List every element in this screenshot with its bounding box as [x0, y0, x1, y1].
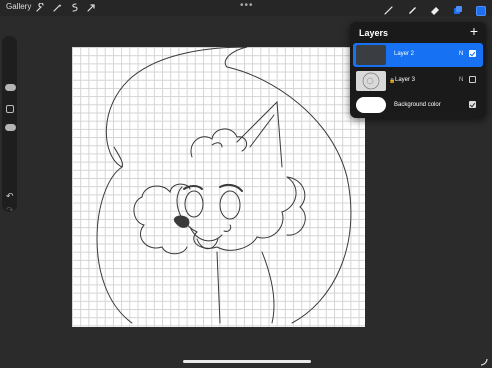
opacity-slider[interactable]	[5, 124, 16, 131]
drawing-canvas[interactable]	[72, 47, 365, 327]
layer-thumbnail	[356, 45, 386, 65]
left-sidebar: ↶ ↷	[2, 36, 17, 215]
visibility-checkbox[interactable]	[469, 101, 476, 108]
quick-menu-icon[interactable]	[480, 358, 488, 366]
eraser-icon[interactable]	[430, 2, 440, 20]
layer-name: Layer 3	[395, 77, 416, 83]
layer-row-layer-2[interactable]: Layer 2 N	[353, 43, 483, 67]
layer-row-layer-3[interactable]: 🔒 Layer 3 N	[353, 69, 483, 93]
action-tools	[36, 3, 96, 12]
selection-icon[interactable]	[70, 3, 79, 12]
layers-title: Layers	[359, 28, 389, 38]
gallery-button[interactable]: Gallery	[6, 2, 31, 11]
modify-button[interactable]	[6, 105, 14, 113]
layer-name: Background color	[394, 102, 441, 108]
layer-row-background[interactable]: Background color	[353, 95, 483, 117]
redo-button[interactable]: ↷	[6, 205, 14, 216]
visibility-checkbox[interactable]	[469, 76, 476, 83]
blend-mode-button[interactable]: N	[459, 77, 463, 83]
color-swatch[interactable]	[476, 6, 486, 16]
transform-arrow-icon[interactable]	[87, 3, 96, 12]
brush-size-slider[interactable]	[5, 84, 16, 91]
line-art-drawing	[96, 47, 352, 324]
home-indicator	[183, 360, 311, 363]
layer-thumbnail	[356, 71, 386, 91]
brush-icon[interactable]	[384, 2, 394, 20]
add-layer-button[interactable]: +	[470, 23, 478, 39]
layers-panel: Layers + Layer 2 N 🔒 Layer 3 N Backgroun…	[350, 22, 486, 118]
background-color-swatch[interactable]	[356, 97, 386, 113]
more-menu-button[interactable]: •••	[240, 0, 254, 11]
smudge-icon[interactable]	[407, 2, 417, 20]
visibility-checkbox[interactable]	[469, 50, 476, 57]
undo-button[interactable]: ↶	[6, 191, 14, 202]
paint-tools	[384, 2, 486, 20]
blend-mode-button[interactable]: N	[459, 51, 463, 57]
wrench-icon[interactable]	[36, 3, 45, 12]
magic-wand-icon[interactable]	[53, 3, 62, 12]
layer-name: Layer 2	[394, 51, 415, 57]
layers-icon[interactable]	[453, 2, 463, 20]
